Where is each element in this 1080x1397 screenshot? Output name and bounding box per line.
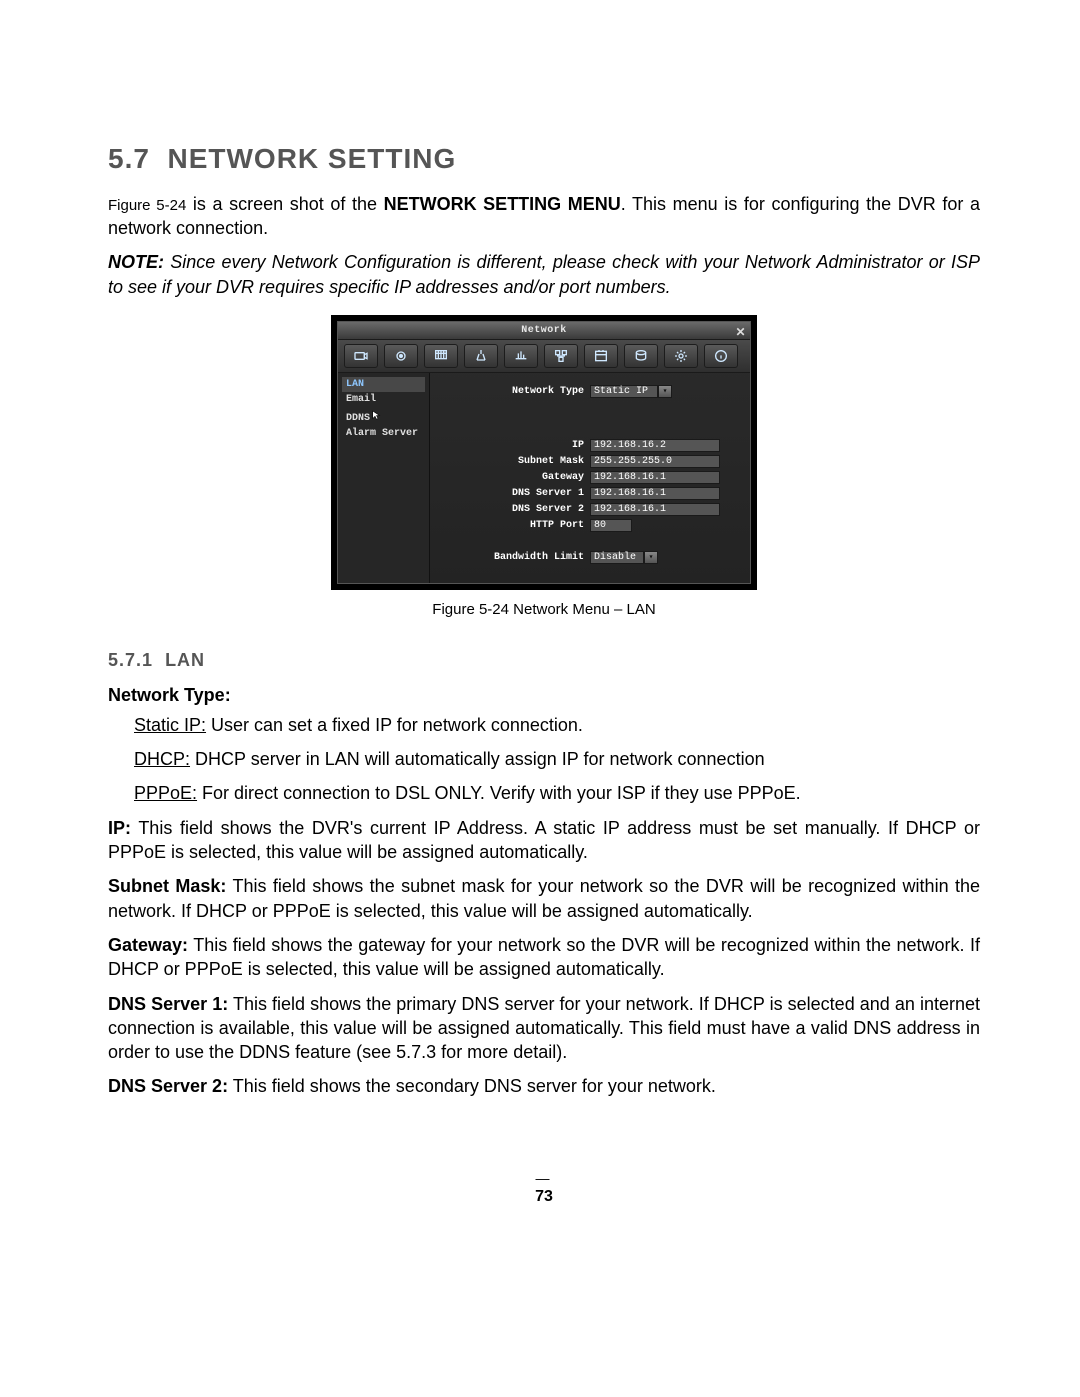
toolbar-info-icon[interactable]: [704, 344, 738, 368]
sidebar-item-alarm-server[interactable]: Alarm Server: [342, 426, 425, 442]
note-label: NOTE:: [108, 252, 164, 272]
input-dns1[interactable]: 192.168.16.1: [590, 487, 720, 500]
sidebar-item-email[interactable]: Email: [342, 392, 425, 408]
type-static: Static IP: User can set a fixed IP for n…: [134, 713, 980, 737]
chevron-down-icon[interactable]: ▾: [658, 385, 672, 398]
label-bandwidth-limit: Bandwidth Limit: [440, 551, 590, 565]
page-number: 73: [108, 1169, 980, 1207]
label-dhcp: DHCP:: [134, 749, 190, 769]
subsection-title: LAN: [165, 650, 205, 670]
note-paragraph: NOTE: Since every Network Configuration …: [108, 250, 980, 299]
figure-ref: Figure 5-24: [108, 197, 186, 214]
intro-bold: NETWORK SETTING MENU: [384, 194, 621, 214]
window-title: Network: [521, 324, 567, 338]
para-ip: IP: This field shows the DVR's current I…: [108, 816, 980, 865]
cursor-icon: [372, 410, 381, 427]
label-gateway: Gateway: [440, 471, 590, 485]
label-dns1: DNS Server 1: [440, 487, 590, 501]
section-title: NETWORK SETTING: [168, 143, 457, 174]
network-window: Network ✕ LAN Email DDNS Alarm Server: [337, 321, 751, 584]
chevron-down-icon[interactable]: ▾: [644, 551, 658, 564]
network-type-heading: Network Type:: [108, 683, 980, 707]
label-ip: IP: [440, 439, 590, 453]
type-pppoe: PPPoE: For direct connection to DSL ONLY…: [134, 781, 980, 805]
label-pppoe: PPPoE:: [134, 783, 197, 803]
toolbar-record-icon[interactable]: [384, 344, 418, 368]
toolbar-display-icon[interactable]: [504, 344, 538, 368]
close-icon[interactable]: ✕: [735, 324, 746, 340]
select-bandwidth-limit[interactable]: Disable ▾: [590, 551, 658, 564]
subsection-number: 5.7.1: [108, 650, 153, 670]
window-toolbar: [338, 340, 750, 373]
type-dhcp: DHCP: DHCP server in LAN will automatica…: [134, 747, 980, 771]
select-network-type-value: Static IP: [590, 385, 658, 398]
label-subnet: Subnet Mask: [440, 455, 590, 469]
form-panel: Network Type Static IP ▾ IP 192.168.16.2…: [430, 373, 750, 583]
toolbar-network-icon[interactable]: [544, 344, 578, 368]
para-gateway: Gateway: This field shows the gateway fo…: [108, 933, 980, 982]
note-text: Since every Network Configuration is dif…: [108, 252, 980, 296]
window-titlebar: Network ✕: [338, 322, 750, 340]
input-gateway[interactable]: 192.168.16.1: [590, 471, 720, 484]
toolbar-date-icon[interactable]: [464, 344, 498, 368]
screenshot-container: Network ✕ LAN Email DDNS Alarm Server: [331, 315, 757, 590]
toolbar-system-icon[interactable]: [664, 344, 698, 368]
input-subnet[interactable]: 255.255.255.0: [590, 455, 720, 468]
input-ip[interactable]: 192.168.16.2: [590, 439, 720, 452]
toolbar-alarm-icon[interactable]: [424, 344, 458, 368]
label-static-ip: Static IP:: [134, 715, 206, 735]
section-number: 5.7: [108, 143, 150, 174]
input-dns2[interactable]: 192.168.16.1: [590, 503, 720, 516]
input-http-port[interactable]: 80: [590, 519, 632, 532]
select-bandwidth-value: Disable: [590, 551, 644, 564]
toolbar-schedule-icon[interactable]: [584, 344, 618, 368]
label-network-type: Network Type: [440, 385, 590, 399]
toolbar-disk-icon[interactable]: [624, 344, 658, 368]
sidebar: LAN Email DDNS Alarm Server: [338, 373, 430, 583]
para-dns1: DNS Server 1: This field shows the prima…: [108, 992, 980, 1065]
label-http-port: HTTP Port: [440, 519, 590, 533]
sidebar-item-ddns[interactable]: DDNS: [342, 408, 425, 427]
figure-caption: Figure 5-24 Network Menu – LAN: [108, 600, 980, 620]
subsection-heading: 5.7.1 LAN: [108, 648, 980, 672]
select-network-type[interactable]: Static IP ▾: [590, 385, 672, 398]
intro-paragraph: Figure 5-24 is a screen shot of the NETW…: [108, 192, 980, 241]
section-heading: 5.7 NETWORK SETTING: [108, 140, 980, 178]
label-dns2: DNS Server 2: [440, 503, 590, 517]
para-dns2: DNS Server 2: This field shows the secon…: [108, 1074, 980, 1098]
sidebar-item-lan[interactable]: LAN: [342, 377, 425, 393]
toolbar-camera-icon[interactable]: [344, 344, 378, 368]
para-subnet: Subnet Mask: This field shows the subnet…: [108, 874, 980, 923]
